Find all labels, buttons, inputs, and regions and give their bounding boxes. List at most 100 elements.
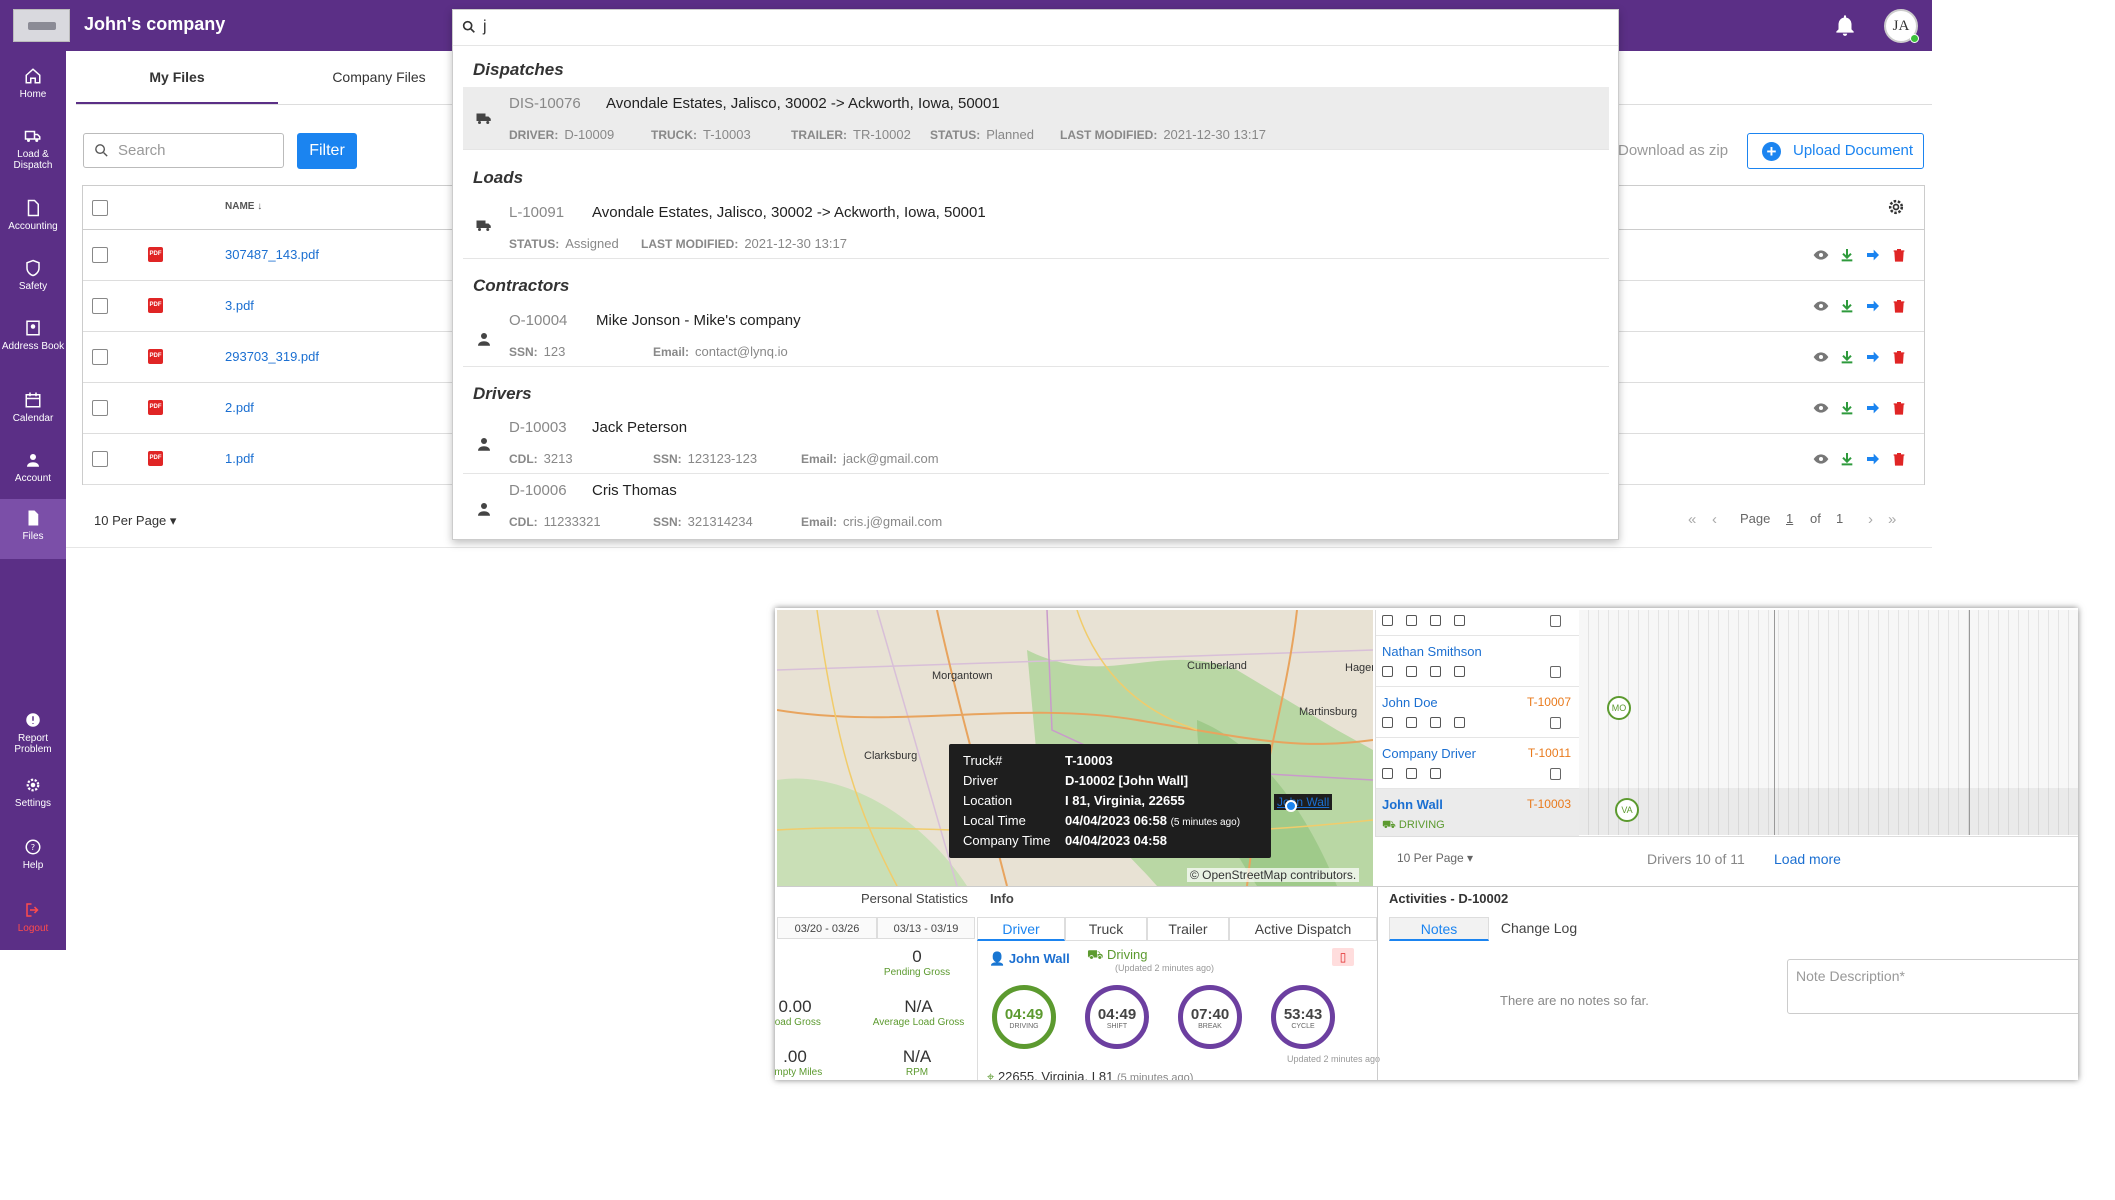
row-actions [1813,298,1913,314]
info-tab-active-dispatch[interactable]: Active Dispatch [1229,917,1377,941]
copy-icon[interactable] [1550,768,1561,780]
download-icon[interactable] [1839,451,1855,467]
file-name-link[interactable]: 2.pdf [225,400,254,415]
driver-location-pin-icon[interactable] [1285,800,1297,812]
info-tab-trailer[interactable]: Trailer [1147,917,1229,941]
download-icon[interactable] [1839,349,1855,365]
prev-page-icon[interactable]: ‹ [1712,511,1717,528]
last-page-icon[interactable]: » [1888,511,1896,528]
row-checkbox[interactable] [92,451,108,467]
view-eye-icon[interactable] [1813,451,1829,467]
move-arrow-icon[interactable] [1865,400,1881,416]
copy-icon[interactable] [1550,615,1561,627]
view-eye-icon[interactable] [1813,298,1829,314]
sidebar-item-accounting[interactable]: Accounting [0,199,66,249]
activities-tab-change-log[interactable]: Change Log [1489,917,1589,941]
sidebar-item-account[interactable]: Account [0,451,66,501]
load-more-link[interactable]: Load more [1774,851,1841,867]
file-name-link[interactable]: 1.pdf [225,451,254,466]
driver-row[interactable]: John Doe T-10007 [1376,687,1579,738]
tab-company-files[interactable]: Company Files [278,56,480,105]
truck-tooltip: Truck# T-10003 Driver D-10002 [John Wall] … [949,744,1271,858]
sidebar-item-logout[interactable]: Logout [0,901,66,951]
move-arrow-icon[interactable] [1865,298,1881,314]
file-name-link[interactable]: 307487_143.pdf [225,247,319,262]
copy-icon[interactable] [1550,717,1561,729]
load-result[interactable]: L-10091 Avondale Estates, Jalisco, 30002… [463,196,1609,259]
row-checkbox[interactable] [92,349,108,365]
view-eye-icon[interactable] [1813,349,1829,365]
download-zip-button[interactable]: Download as zip [1610,133,1730,169]
driver-timeline[interactable]: MO VA [1579,610,2078,835]
eld-phone-icon[interactable]: ▯ [1332,948,1354,966]
file-name-link[interactable]: 293703_319.pdf [225,349,319,364]
timeline-location-marker[interactable]: MO [1607,696,1631,720]
view-eye-icon[interactable] [1813,400,1829,416]
download-icon[interactable] [1839,400,1855,416]
upload-document-button[interactable]: + Upload Document [1747,133,1924,169]
delete-trash-icon[interactable] [1891,247,1907,263]
contractor-icon [478,333,490,346]
first-page-icon[interactable]: « [1688,511,1696,528]
contractor-result[interactable]: O-10004 Mike Jonson - Mike's company SSN… [463,304,1609,367]
driver-row-selected[interactable]: John Wall T-10003 ⛟ DRIVING [1376,789,1579,840]
sidebar-item-home[interactable]: Home [0,67,66,117]
delete-trash-icon[interactable] [1891,349,1907,365]
sidebar-item-safety[interactable]: Safety [0,259,66,309]
tracking-map[interactable]: Morgantown Cumberland Hager Martinsburg … [777,610,1373,886]
name-column-header[interactable]: NAME ↓ [225,201,262,212]
select-all-checkbox[interactable] [92,200,108,216]
row-checkbox[interactable] [92,247,108,263]
move-arrow-icon[interactable] [1865,247,1881,263]
sidebar-item-report-problem[interactable]: Report Problem [0,711,66,767]
notifications-bell-icon[interactable] [1832,12,1858,38]
driver-result[interactable]: D-10006 Cris Thomas CDL: 11233321 SSN: 321… [463,474,1609,539]
row-checkbox[interactable] [92,298,108,314]
sidebar: Home Load & Dispatch Accounting Safety A… [0,51,66,950]
delete-trash-icon[interactable] [1891,400,1907,416]
driver-row[interactable]: Company Driver T-10011 [1376,738,1579,789]
driver-row[interactable]: Nathan Smithson [1376,636,1579,687]
copy-icon[interactable] [1550,666,1561,678]
download-icon[interactable] [1839,247,1855,263]
global-search-input[interactable]: j [453,10,1618,46]
info-driver-name[interactable]: 👤 John Wall [989,951,1070,967]
filter-button[interactable]: Filter [297,133,357,169]
file-name-link[interactable]: 3.pdf [225,298,254,313]
sidebar-item-calendar[interactable]: Calendar [0,391,66,441]
file-search-input[interactable]: Search [83,133,284,168]
row-checkbox[interactable] [92,400,108,416]
driver-result[interactable]: D-10003 Jack Peterson CDL: 3213 SSN: 12312… [463,411,1609,474]
drivers-per-page-select[interactable]: 10 Per Page ▾ [1397,851,1473,865]
dispatch-result[interactable]: DIS-10076 Avondale Estates, Jalisco, 300… [463,87,1609,150]
osm-attribution[interactable]: © OpenStreetMap contributors. [1187,868,1360,882]
activities-tab-notes[interactable]: Notes [1389,917,1489,941]
sidebar-item-files[interactable]: Files [0,499,66,559]
company-name: John's company [84,14,226,34]
delete-trash-icon[interactable] [1891,298,1907,314]
sidebar-item-help[interactable]: ? Help [0,838,66,888]
driver-row[interactable] [1376,608,1579,636]
move-arrow-icon[interactable] [1865,451,1881,467]
view-eye-icon[interactable] [1813,247,1829,263]
driver-map-marker-label[interactable]: John Wall [1274,794,1333,810]
table-settings-gear-icon[interactable] [1886,197,1906,217]
info-tab-driver[interactable]: Driver [977,917,1065,941]
sidebar-item-load-dispatch[interactable]: Load & Dispatch [0,127,66,183]
user-icon [478,438,490,451]
company-logo[interactable] [13,9,70,42]
delete-trash-icon[interactable] [1891,451,1907,467]
tab-my-files[interactable]: My Files [76,56,278,105]
sidebar-item-address-book[interactable]: Address Book [0,319,66,375]
stat-load-gross: 0.00Load Gross [775,997,821,1028]
next-page-icon[interactable]: › [1868,511,1873,528]
download-icon[interactable] [1839,298,1855,314]
timeline-location-marker[interactable]: VA [1615,798,1639,822]
move-arrow-icon[interactable] [1865,349,1881,365]
embedded-dispatch-screenshot: Morgantown Cumberland Hager Martinsburg … [775,608,2078,1080]
sidebar-item-settings[interactable]: Settings [0,776,66,826]
info-tab-truck[interactable]: Truck [1065,917,1147,941]
per-page-select[interactable]: 10 Per Page ▾ [94,513,176,529]
note-description-input[interactable]: Note Description* [1787,959,2078,1014]
timeline-row-selected [1579,788,2078,835]
